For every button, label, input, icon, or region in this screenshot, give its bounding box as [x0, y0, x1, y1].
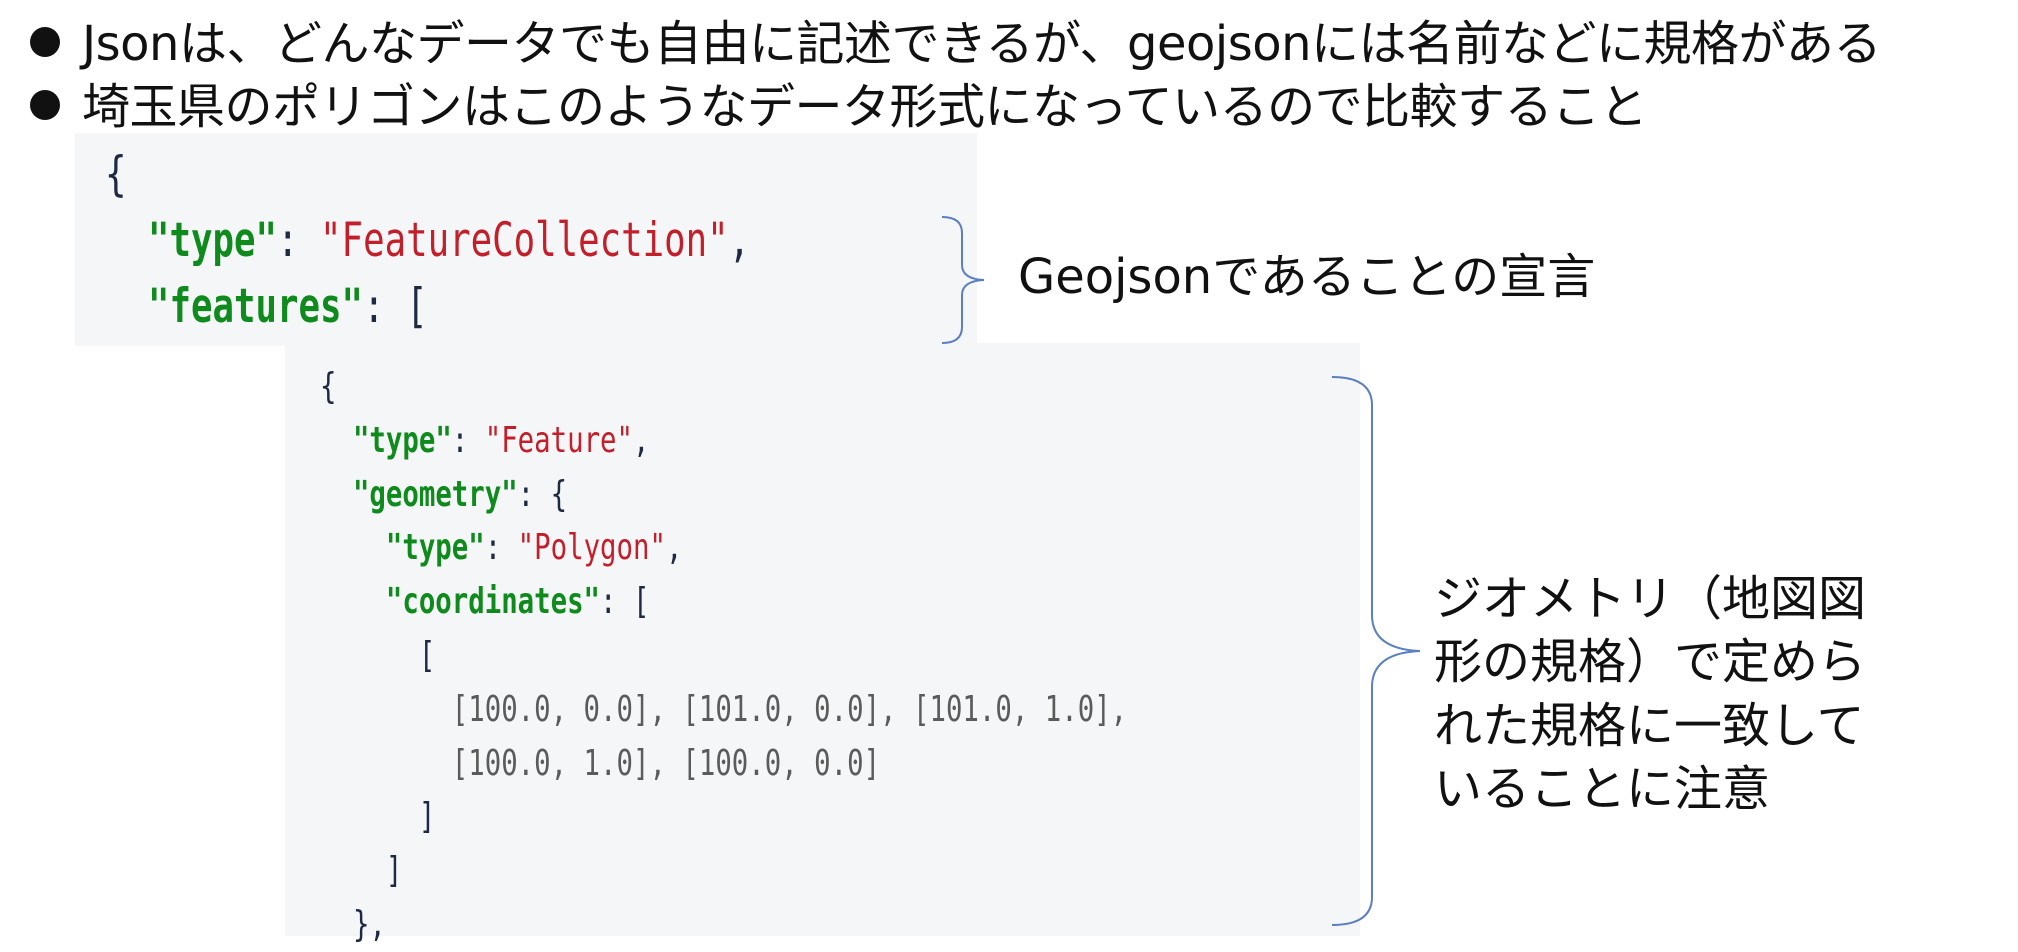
json-key-type: "type": [385, 527, 485, 569]
annotation-geometry-note: ジオメトリ（地図図 形の規格）で定めら れた規格に一致して いることに注意: [1434, 568, 1866, 821]
json-key-features: "features": [148, 279, 364, 334]
annotation-line: ジオメトリ（地図図: [1434, 571, 1867, 627]
code-token: ,: [728, 213, 751, 268]
json-value-feature-collection: "FeatureCollection": [320, 213, 729, 268]
right-brace-icon: [941, 216, 985, 344]
code-block-feature-collection: { "type": "FeatureCollection", "features…: [105, 142, 750, 340]
json-key-type: "type": [352, 419, 452, 461]
annotation-geojson-declaration: Geojsonであることの宣言: [1018, 249, 1596, 305]
bullet-dot-icon: [30, 27, 60, 57]
json-value-polygon: "Polygon": [517, 527, 666, 569]
code-block-feature: { "type": "Feature", "geometry": { "type…: [320, 360, 1127, 952]
bullet-item-json-vs-geojson: Jsonは、どんなデータでも自由に記述できるが、geojsonには名前などに規格…: [30, 20, 1882, 68]
code-token: ]: [418, 796, 436, 838]
code-token: :: [484, 527, 518, 569]
code-token: :: [363, 279, 407, 334]
bullet-text: 埼玉県のポリゴンはこのようなデータ形式になっているので比較すること: [82, 79, 1648, 135]
code-token: ,: [665, 527, 683, 569]
code-token: :: [277, 213, 321, 268]
code-token: [: [418, 634, 436, 676]
bullet-text: Jsonは、どんなデータでも自由に記述できるが、geojsonには名前などに規格…: [82, 16, 1882, 72]
bullet-dot-icon: [30, 90, 60, 120]
coordinates-line: [100.0, 1.0], [100.0, 0.0]: [451, 742, 881, 784]
json-key-type: "type": [148, 213, 278, 268]
code-token: [: [632, 581, 650, 623]
code-token: {: [105, 147, 127, 202]
annotation-line: いることに注意: [1434, 761, 1771, 818]
code-token: :: [517, 473, 551, 515]
json-value-feature: "Feature": [484, 419, 634, 461]
code-token: {: [550, 473, 568, 515]
annotation-line: 形の規格）で定めら: [1434, 634, 1867, 691]
code-token: },: [352, 903, 386, 945]
json-key-geometry: "geometry": [352, 473, 518, 515]
code-token: [: [406, 279, 428, 334]
code-token: ]: [385, 850, 403, 892]
right-brace-icon: [1331, 376, 1421, 926]
code-token: ,: [633, 419, 650, 461]
coordinates-line: [100.0, 0.0], [101.0, 0.0], [101.0, 1.0]…: [451, 688, 1128, 730]
code-token: :: [600, 581, 633, 623]
bullet-item-saitama-polygon: 埼玉県のポリゴンはこのようなデータ形式になっているので比較すること: [30, 83, 1648, 131]
code-token: {: [320, 366, 337, 407]
code-token: :: [451, 419, 485, 461]
annotation-line: れた規格に一致して: [1434, 697, 1865, 754]
json-key-coordinates: "coordinates": [385, 581, 601, 623]
